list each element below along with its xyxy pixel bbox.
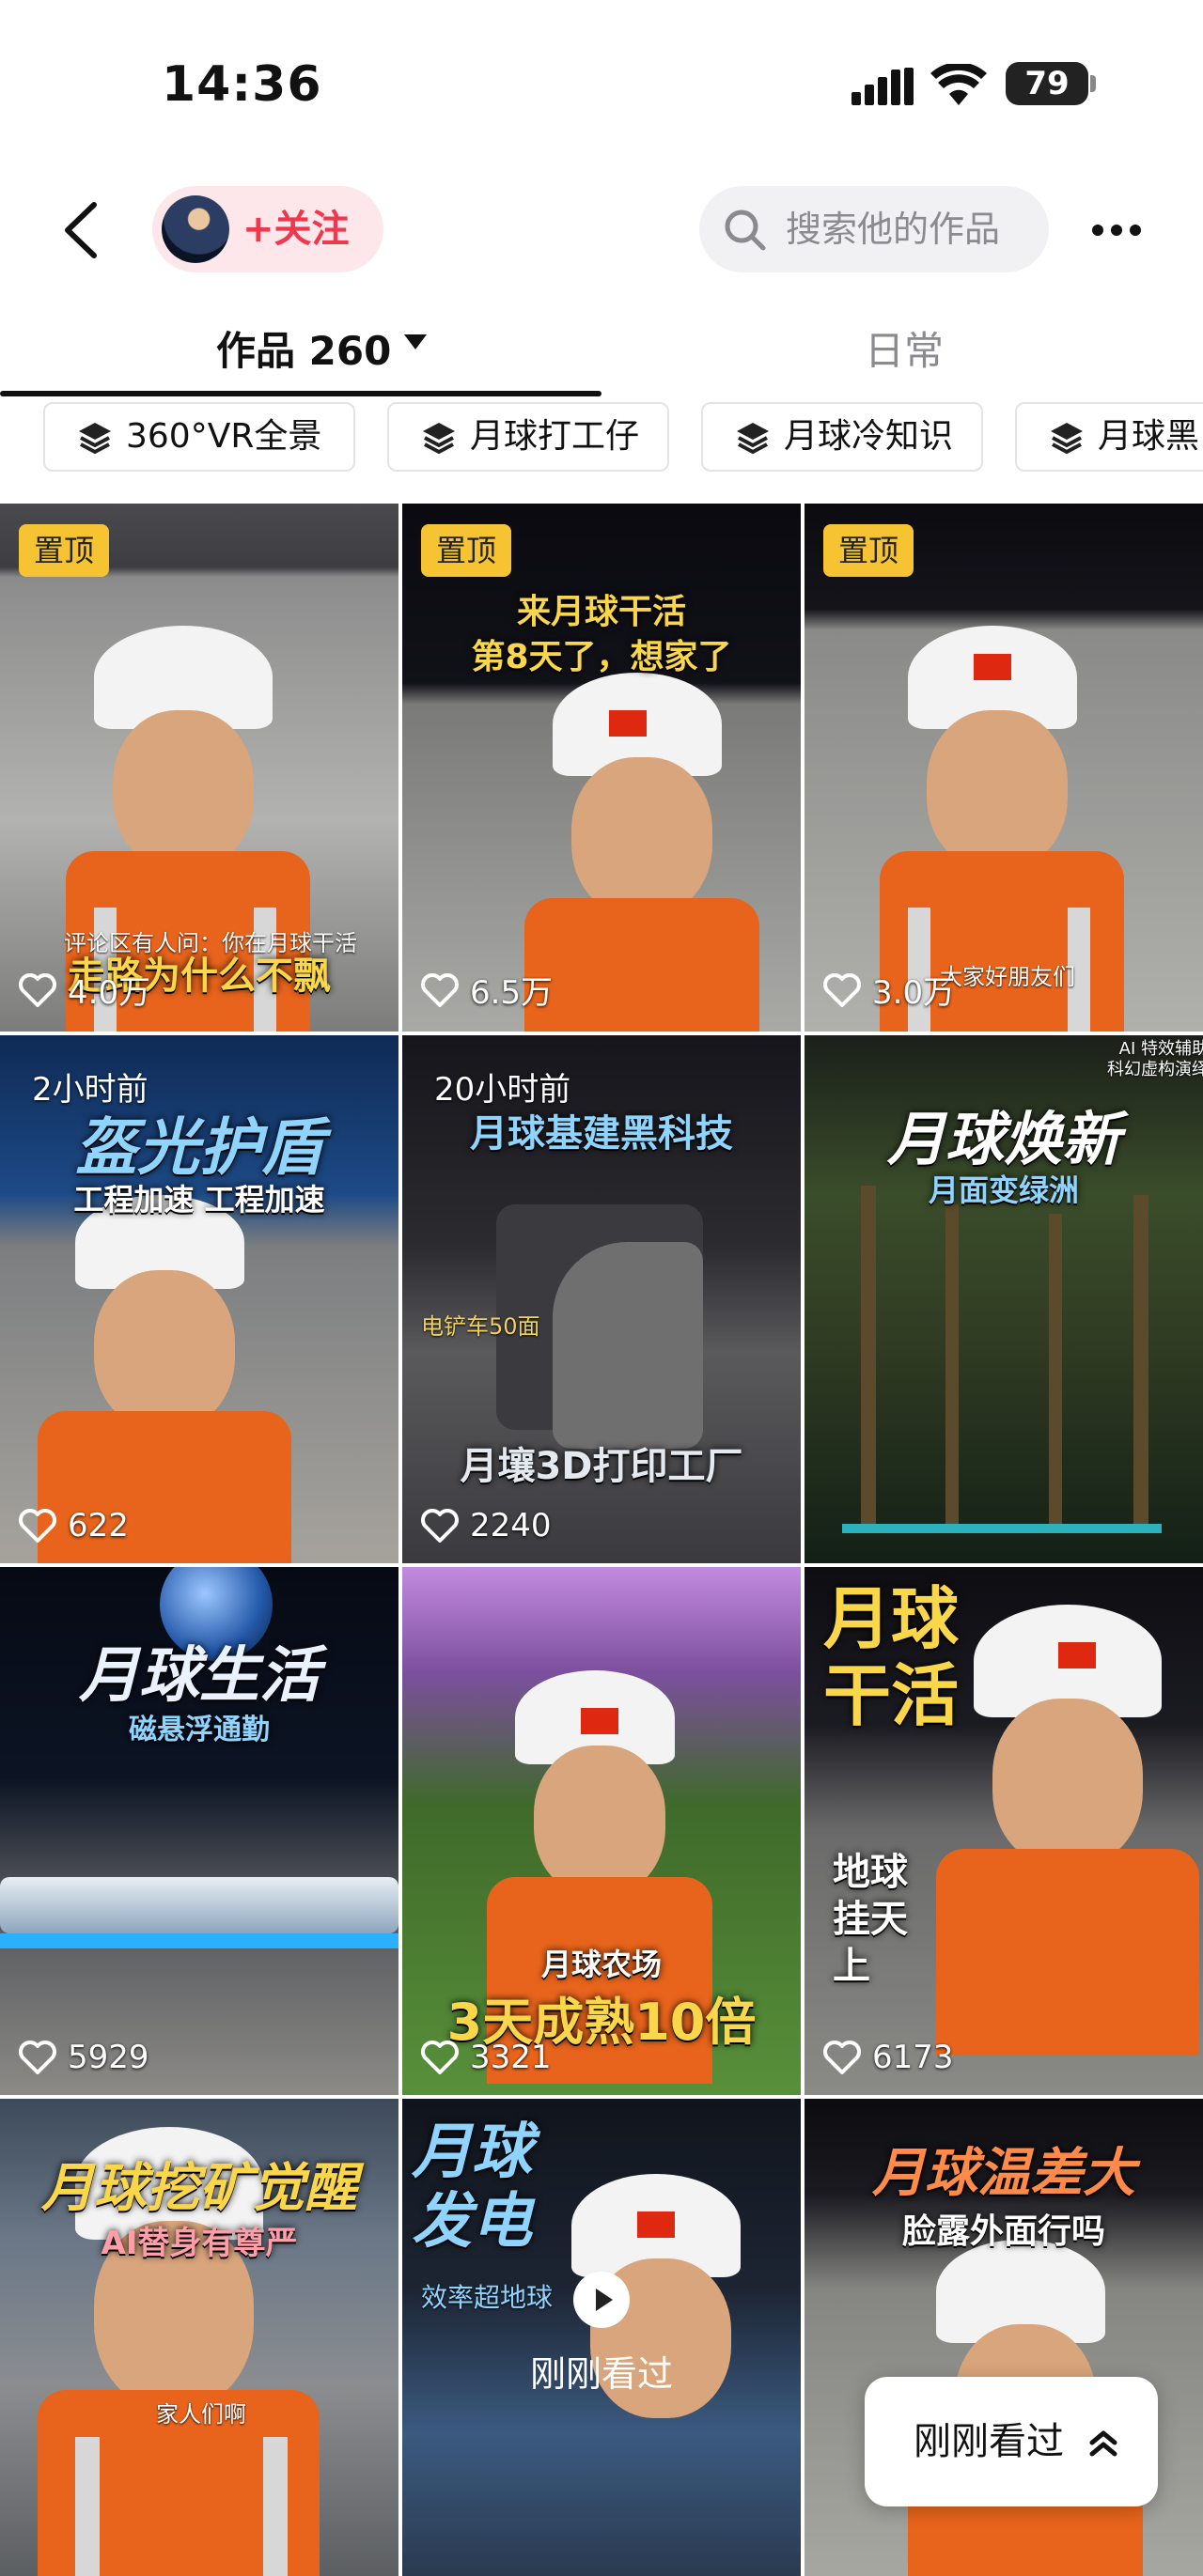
recently-viewed-button-label: 刚刚看过 xyxy=(914,2420,1064,2463)
heart-icon xyxy=(421,972,459,1007)
search-input[interactable]: 搜索他的作品 xyxy=(699,186,1049,272)
battery-level: 79 xyxy=(1024,65,1070,102)
video-subtitle: 磁悬浮通勤 xyxy=(129,1714,270,1746)
video-caption-small: 月球农场 xyxy=(540,1947,662,1982)
collection-chip-label: 月球黑 xyxy=(1098,417,1200,456)
video-caption: 月壤3D打印工厂 xyxy=(460,1445,743,1488)
video-tile[interactable]: 月球干活 地球挂天上 6173 xyxy=(805,1567,1203,2095)
like-count: 4.0万 xyxy=(19,967,150,1013)
cellular-signal-icon xyxy=(851,68,914,105)
status-bar: 14:36 79 xyxy=(0,0,1203,178)
collection-chip-label: 月球打工仔 xyxy=(470,417,640,456)
video-tile[interactable]: 月球挖矿觉醒 AI替身有尊严 家人们啊 xyxy=(0,2099,398,2576)
heart-icon xyxy=(823,2041,861,2074)
recently-viewed-label: 刚刚看过 xyxy=(529,2353,673,2395)
video-title: 月球挖矿觉醒 xyxy=(41,2158,357,2219)
video-title: 月球生活 xyxy=(79,1641,320,1711)
heart-icon xyxy=(19,972,56,1007)
wifi-icon xyxy=(930,64,987,105)
like-count-value: 6173 xyxy=(872,2039,954,2076)
like-count-value: 4.0万 xyxy=(68,974,151,1012)
video-title: 月球温差大 xyxy=(872,2143,1135,2204)
video-tile[interactable]: 置顶 来月球干活 第8天了，想家了 6.5万 xyxy=(402,504,801,1032)
like-count: 2240 xyxy=(421,1507,552,1544)
vehicle-tag: 电铲车50面 xyxy=(421,1313,540,1340)
video-title: 月球干活 xyxy=(823,1579,960,1735)
pinned-badge: 置顶 xyxy=(19,524,110,577)
video-caption-small: 家人们啊 xyxy=(156,2401,246,2428)
like-count: 3321 xyxy=(421,2039,552,2076)
video-tile[interactable]: AI 特效辅助 科幻虚构演绎 月球焕新 月面变绿洲 xyxy=(805,1035,1203,1563)
collection-chips: 360°VR全景 月球打工仔 月球冷知识 月球黑 xyxy=(0,402,1203,483)
video-tile[interactable]: 月球农场 3天成熟10倍 3321 xyxy=(402,1567,801,2095)
video-tile[interactable]: 置顶 评论区有人问：你在月球干活 走路为什么不飘 4.0万 xyxy=(0,504,398,1032)
like-count-value: 622 xyxy=(68,1507,129,1544)
video-tile[interactable]: 月球发电 效率超地球 刚刚看过 xyxy=(402,2099,801,2576)
avatar[interactable] xyxy=(162,195,229,263)
video-title: 盔光护盾 xyxy=(75,1111,323,1184)
video-subtitle: AI替身有尊严 xyxy=(101,2225,298,2262)
like-count-value: 3321 xyxy=(470,2039,552,2076)
video-subtitle: 效率超地球 xyxy=(421,2282,554,2313)
chevron-up-icon xyxy=(1089,2430,1117,2457)
like-count: 6.5万 xyxy=(421,967,553,1013)
heart-icon xyxy=(421,1509,459,1543)
recently-viewed-button[interactable]: 刚刚看过 xyxy=(865,2377,1158,2506)
heart-icon xyxy=(19,1509,56,1543)
ai-disclaimer: AI 特效辅助 科幻虚构演绎 xyxy=(1107,1039,1203,1079)
pinned-badge: 置顶 xyxy=(823,524,914,577)
video-caption-line2: 第8天了，想家了 xyxy=(471,638,732,676)
heart-icon xyxy=(421,2041,459,2074)
pinned-badge: 置顶 xyxy=(421,524,512,577)
battery-tip xyxy=(1090,75,1096,92)
layers-icon xyxy=(423,423,455,455)
like-count: 622 xyxy=(19,1507,129,1544)
video-tile[interactable]: 置顶 大家好朋友们 3.0万 xyxy=(805,504,1203,1032)
layers-icon xyxy=(79,423,111,455)
like-count: 3.0万 xyxy=(823,967,955,1013)
like-count-value: 2240 xyxy=(470,1507,552,1544)
collection-chip[interactable]: 月球打工仔 xyxy=(387,402,669,472)
layers-icon xyxy=(1051,423,1083,455)
follow-label: +关注 xyxy=(242,208,350,251)
video-subtitle: 脸露外面行吗 xyxy=(901,2212,1105,2251)
battery-icon: 79 xyxy=(1006,62,1088,105)
more-options-icon[interactable] xyxy=(1092,222,1148,240)
back-arrow-icon[interactable] xyxy=(56,199,109,261)
video-caption-line1: 来月球干活 xyxy=(516,593,686,631)
video-subtitle: 地球挂天上 xyxy=(833,1851,908,1988)
active-tab-indicator xyxy=(0,391,602,396)
follow-button[interactable]: +关注 xyxy=(152,186,383,272)
video-title: 月球发电 xyxy=(412,2118,532,2257)
collection-chip-label: 月球冷知识 xyxy=(784,417,954,456)
video-title: 月球焕新 xyxy=(886,1105,1120,1173)
video-subtitle: 月面变绿洲 xyxy=(928,1172,1079,1208)
search-placeholder: 搜索他的作品 xyxy=(786,209,1001,250)
video-tile[interactable]: 20小时前 月球基建黑科技 电铲车50面 月壤3D打印工厂 2240 xyxy=(402,1035,801,1563)
collection-chip[interactable]: 月球冷知识 xyxy=(701,402,983,472)
collection-chip-label: 360°VR全景 xyxy=(126,417,322,456)
layers-icon xyxy=(737,423,769,455)
video-subtitle: 月球基建黑科技 xyxy=(470,1112,733,1156)
like-count: 6173 xyxy=(823,2039,954,2076)
like-count-value: 3.0万 xyxy=(872,974,956,1012)
search-icon xyxy=(725,209,766,251)
like-count-value: 5929 xyxy=(68,2039,149,2076)
video-tile[interactable]: 2小时前 盔光护盾 工程加速 工程加速 622 xyxy=(0,1035,398,1563)
collection-chip[interactable]: 月球黑 xyxy=(1015,402,1203,472)
like-count: 5929 xyxy=(19,2039,149,2076)
status-time: 14:36 xyxy=(162,56,322,113)
video-caption-small: 大家好朋友们 xyxy=(940,964,1075,990)
tab-daily[interactable]: 日常 xyxy=(865,319,944,377)
like-count-value: 6.5万 xyxy=(470,974,554,1012)
heart-icon xyxy=(19,2041,56,2074)
play-icon[interactable] xyxy=(573,2272,630,2328)
sort-caret-icon[interactable] xyxy=(404,334,427,349)
video-subtitle: 工程加速 工程加速 xyxy=(73,1182,325,1218)
collection-chip[interactable]: 360°VR全景 xyxy=(43,402,355,472)
heart-icon xyxy=(823,972,861,1007)
tab-works[interactable]: 作品 260 xyxy=(216,319,391,377)
video-tile[interactable]: 月球生活 磁悬浮通勤 5929 xyxy=(0,1567,398,2095)
